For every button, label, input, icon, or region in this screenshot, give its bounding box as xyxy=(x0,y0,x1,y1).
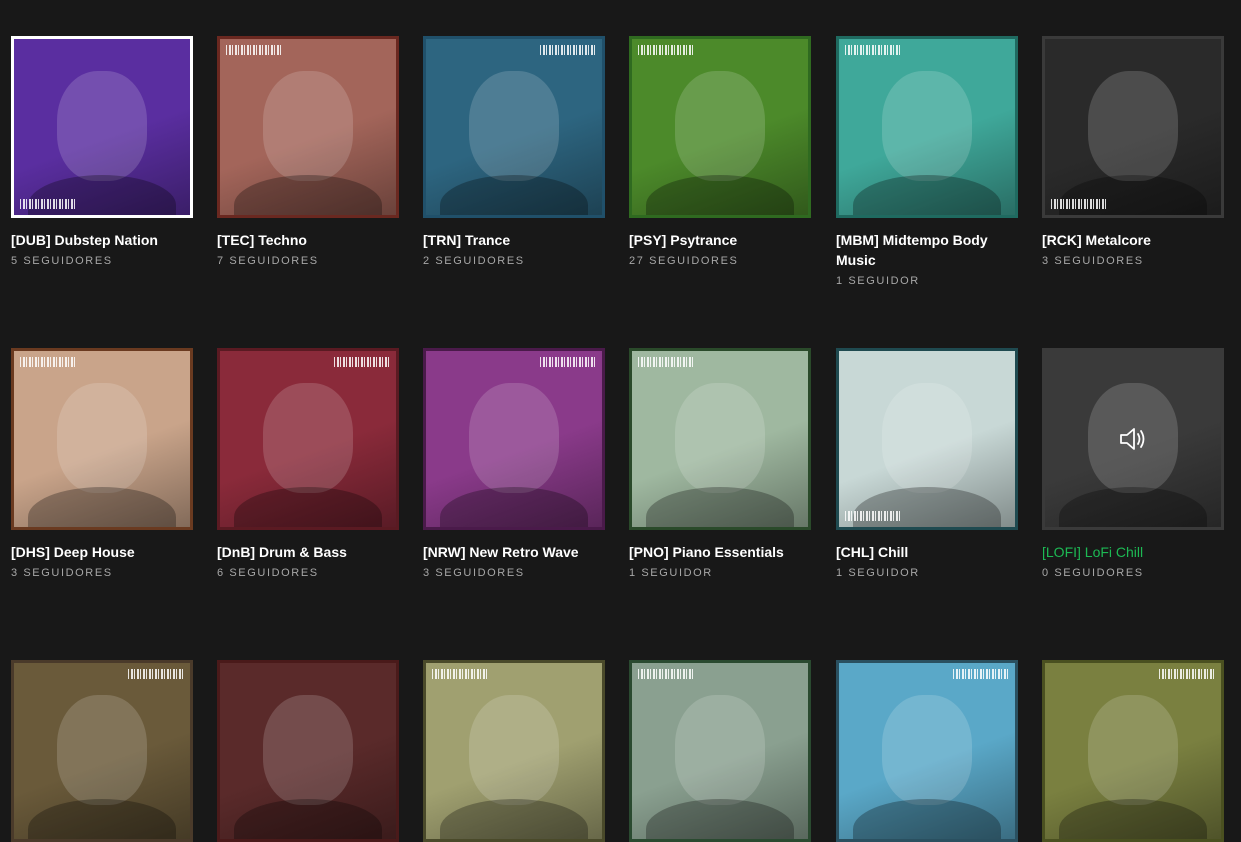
playlist-card[interactable]: [TRN] Trance 2 SEGUIDORES xyxy=(423,36,605,267)
barcode-icon xyxy=(845,511,901,521)
cover-portrait xyxy=(57,694,147,805)
cover-portrait xyxy=(882,694,972,805)
playlist-card[interactable] xyxy=(217,660,399,842)
playlist-card[interactable] xyxy=(11,660,193,842)
playlist-follower-count: 0 SEGUIDORES xyxy=(1042,567,1144,579)
playlist-title[interactable]: [LOFI] LoFi Chill xyxy=(1042,542,1224,562)
cover-portrait xyxy=(1088,694,1178,805)
cover-portrait xyxy=(263,382,353,493)
playlist-title[interactable]: [NRW] New Retro Wave xyxy=(423,542,605,562)
cover-portrait xyxy=(675,382,765,493)
playlist-cover-image[interactable] xyxy=(836,36,1018,218)
barcode-icon xyxy=(432,669,488,679)
playlist-cover-image[interactable] xyxy=(11,660,193,842)
playlist-cover-image[interactable] xyxy=(1042,348,1224,530)
playlist-cover-image[interactable] xyxy=(1042,36,1224,218)
now-playing-speaker-icon xyxy=(1120,428,1145,450)
barcode-icon xyxy=(638,357,694,367)
playlist-card[interactable]: [PSY] Psytrance 27 SEGUIDORES xyxy=(629,36,811,267)
playlist-title[interactable]: [DnB] Drum & Bass xyxy=(217,542,399,562)
playlist-cover-image[interactable] xyxy=(629,348,811,530)
playlist-card[interactable]: [DnB] Drum & Bass 6 SEGUIDORES xyxy=(217,348,399,579)
barcode-icon xyxy=(1159,669,1215,679)
cover-portrait xyxy=(263,70,353,181)
playlist-follower-count: 1 SEGUIDOR xyxy=(836,567,920,579)
playlist-follower-count: 3 SEGUIDORES xyxy=(1042,255,1144,267)
playlist-title[interactable]: [DHS] Deep House xyxy=(11,542,193,562)
playlist-title[interactable]: [PSY] Psytrance xyxy=(629,230,811,250)
playlist-cover-image[interactable] xyxy=(423,36,605,218)
playlist-follower-count: 5 SEGUIDORES xyxy=(11,255,113,267)
barcode-icon xyxy=(20,357,76,367)
barcode-icon xyxy=(540,45,596,55)
playlist-card[interactable] xyxy=(836,660,1018,842)
playlist-card[interactable] xyxy=(423,660,605,842)
cover-portrait xyxy=(263,694,353,805)
cover-portrait xyxy=(675,694,765,805)
playlist-cover-image[interactable] xyxy=(11,348,193,530)
playlist-card[interactable]: [CHL] Chill 1 SEGUIDOR xyxy=(836,348,1018,579)
playlist-card[interactable] xyxy=(629,660,811,842)
cover-portrait xyxy=(469,70,559,181)
playlist-cover-image[interactable] xyxy=(217,348,399,530)
barcode-icon xyxy=(845,45,901,55)
playlist-title[interactable]: [CHL] Chill xyxy=(836,542,1018,562)
playlist-grid: [DUB] Dubstep Nation 5 SEGUIDORES [TEC] Te… xyxy=(0,0,1241,842)
playlist-follower-count: 7 SEGUIDORES xyxy=(217,255,319,267)
playlist-cover-image[interactable] xyxy=(836,660,1018,842)
playlist-cover-image[interactable] xyxy=(217,36,399,218)
cover-portrait xyxy=(675,70,765,181)
cover-portrait xyxy=(882,382,972,493)
playlist-card[interactable]: [NRW] New Retro Wave 3 SEGUIDORES xyxy=(423,348,605,579)
playlist-cover-image[interactable] xyxy=(629,36,811,218)
barcode-icon xyxy=(20,199,76,209)
playlist-title[interactable]: [TEC] Techno xyxy=(217,230,399,250)
playlist-cover-image[interactable] xyxy=(11,36,193,218)
cover-portrait xyxy=(469,694,559,805)
playlist-cover-image[interactable] xyxy=(836,348,1018,530)
barcode-icon xyxy=(334,357,390,367)
playlist-follower-count: 1 SEGUIDOR xyxy=(629,567,713,579)
playlist-card[interactable]: [PNO] Piano Essentials 1 SEGUIDOR xyxy=(629,348,811,579)
playlist-card[interactable]: [TEC] Techno 7 SEGUIDORES xyxy=(217,36,399,267)
playlist-follower-count: 6 SEGUIDORES xyxy=(217,567,319,579)
playlist-cover-image[interactable] xyxy=(423,660,605,842)
playlist-card[interactable]: [DUB] Dubstep Nation 5 SEGUIDORES xyxy=(11,36,193,267)
playlist-card[interactable] xyxy=(1042,660,1224,842)
playlist-cover-image[interactable] xyxy=(1042,660,1224,842)
cover-portrait xyxy=(882,70,972,181)
barcode-icon xyxy=(638,45,694,55)
playlist-cover-image[interactable] xyxy=(629,660,811,842)
playlist-follower-count: 2 SEGUIDORES xyxy=(423,255,525,267)
playlist-cover-image[interactable] xyxy=(217,660,399,842)
barcode-icon xyxy=(540,357,596,367)
playlist-card[interactable]: [RCK] Metalcore 3 SEGUIDORES xyxy=(1042,36,1224,267)
playlist-title[interactable]: [RCK] Metalcore xyxy=(1042,230,1224,250)
cover-portrait xyxy=(1088,70,1178,181)
cover-portrait xyxy=(469,382,559,493)
barcode-icon xyxy=(638,669,694,679)
playlist-card[interactable]: [LOFI] LoFi Chill 0 SEGUIDORES xyxy=(1042,348,1224,579)
playlist-title[interactable]: [MBM] Midtempo Body Music xyxy=(836,230,1018,270)
barcode-icon xyxy=(226,45,282,55)
barcode-icon xyxy=(1051,199,1107,209)
barcode-icon xyxy=(953,669,1009,679)
playlist-follower-count: 3 SEGUIDORES xyxy=(11,567,113,579)
playlist-follower-count: 27 SEGUIDORES xyxy=(629,255,739,267)
barcode-icon xyxy=(128,669,184,679)
playlist-title[interactable]: [PNO] Piano Essentials xyxy=(629,542,811,562)
cover-portrait xyxy=(57,70,147,181)
playlist-follower-count: 1 SEGUIDOR xyxy=(836,275,920,287)
playlist-card[interactable]: [DHS] Deep House 3 SEGUIDORES xyxy=(11,348,193,579)
playlist-follower-count: 3 SEGUIDORES xyxy=(423,567,525,579)
playlist-card[interactable]: [MBM] Midtempo Body Music 1 SEGUIDOR xyxy=(836,36,1018,287)
playlist-title[interactable]: [TRN] Trance xyxy=(423,230,605,250)
cover-portrait xyxy=(57,382,147,493)
playlist-title[interactable]: [DUB] Dubstep Nation xyxy=(11,230,193,250)
playlist-cover-image[interactable] xyxy=(423,348,605,530)
